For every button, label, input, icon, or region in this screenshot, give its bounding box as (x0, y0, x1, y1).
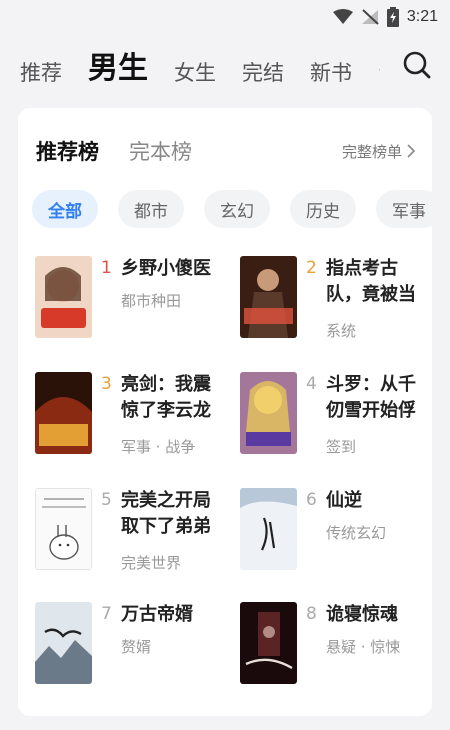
tab-overflow[interactable]: 诊 (378, 57, 380, 87)
book-title: 指点考古队，竟被当 (326, 258, 416, 305)
book-tag: 完美世界 (121, 554, 182, 572)
book-item[interactable]: 4 斗罗：从千仞雪开始俘 签到 (240, 372, 430, 462)
book-cover (240, 602, 297, 684)
rank-number: 7 (101, 604, 112, 624)
rank-number: 2 (306, 258, 317, 278)
book-tag: 军事 · 战争 (121, 438, 196, 456)
book-title: 万古帝婿 (121, 604, 193, 625)
rank-number: 5 (101, 490, 112, 510)
no-signal-icon (361, 9, 379, 25)
channel-tabs: 推荐 男生 女生 完结 新书 诊 (0, 43, 380, 87)
rank-number: 1 (101, 258, 112, 278)
book-item[interactable]: 8 诡寝惊魂 悬疑 · 惊悚 (240, 602, 430, 692)
wifi-icon (332, 9, 353, 25)
book-tag: 赘婿 (121, 638, 152, 656)
chip-urban[interactable]: 都市 (118, 190, 184, 228)
rank-number: 6 (306, 490, 317, 510)
book-title: 斗罗：从千仞雪开始俘 (326, 374, 416, 421)
card-header: 推荐榜 完本榜 完整榜单 (36, 136, 416, 166)
book-item[interactable]: 3 亮剑：我震惊了李云龙 军事 · 战争 (35, 372, 225, 462)
tab-female[interactable]: 女生 (174, 57, 216, 87)
search-icon[interactable] (402, 50, 432, 80)
book-item[interactable]: 1 乡野小傻医 都市种田 (35, 256, 225, 346)
tab-completed[interactable]: 完结 (242, 57, 284, 87)
ranking-card: 推荐榜 完本榜 完整榜单 全部 都市 玄幻 历史 军事 1 乡野小傻医 都市种田… (18, 108, 432, 716)
full-list-link[interactable]: 完整榜单 (342, 141, 416, 162)
book-item[interactable]: 2 指点考古队，竟被当 系统 (240, 256, 430, 346)
tab-recommend[interactable]: 推荐 (20, 57, 62, 87)
full-list-label: 完整榜单 (341, 142, 402, 161)
book-cover (35, 372, 92, 454)
chip-all[interactable]: 全部 (32, 190, 98, 228)
chip-history[interactable]: 历史 (290, 190, 356, 228)
book-item[interactable]: 7 万古帝婿 赘婿 (35, 602, 225, 692)
book-tag: 签到 (326, 438, 357, 456)
top-nav: 推荐 男生 女生 完结 新书 诊 (0, 40, 450, 90)
rank-number: 8 (306, 604, 317, 624)
book-title: 乡野小傻医 (121, 258, 211, 279)
book-cover (35, 256, 92, 338)
chip-fantasy[interactable]: 玄幻 (204, 190, 270, 228)
book-title: 亮剑：我震惊了李云龙 (121, 374, 211, 421)
status-bar: 3:21 (0, 0, 450, 34)
rank-number: 3 (101, 374, 112, 394)
book-title: 诡寝惊魂 (326, 604, 398, 625)
book-tag: 传统玄幻 (326, 524, 387, 542)
tab-completed-rank[interactable]: 完本榜 (129, 136, 192, 166)
book-cover (35, 488, 92, 570)
tab-new-books[interactable]: 新书 (310, 57, 352, 87)
status-time: 3:21 (406, 8, 438, 25)
rank-number: 4 (306, 374, 317, 394)
book-tag: 悬疑 · 惊悚 (326, 638, 401, 656)
book-item[interactable]: 5 完美之开局取下了弟弟 完美世界 (35, 488, 225, 578)
book-tag: 都市种田 (121, 292, 182, 310)
book-cover (240, 372, 297, 454)
book-tag: 系统 (326, 322, 357, 340)
book-cover (35, 602, 92, 684)
chevron-right-icon (407, 144, 416, 158)
category-chips: 全部 都市 玄幻 历史 军事 (32, 190, 432, 230)
book-cover (240, 256, 297, 338)
tab-male[interactable]: 男生 (88, 43, 148, 87)
book-title: 完美之开局取下了弟弟 (121, 490, 211, 537)
chip-military[interactable]: 军事 (376, 190, 432, 228)
battery-charging-icon (386, 7, 399, 27)
book-item[interactable]: 6 仙逆 传统玄幻 (240, 488, 430, 578)
tab-recommend-rank[interactable]: 推荐榜 (36, 136, 99, 166)
book-cover (240, 488, 297, 570)
book-title: 仙逆 (326, 490, 362, 511)
